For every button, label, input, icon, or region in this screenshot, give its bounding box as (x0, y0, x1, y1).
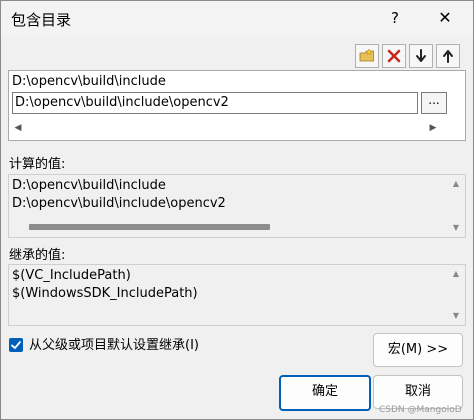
inherited-value-panel: $(VC_IncludePath) $(WindowsSDK_IncludePa… (8, 264, 466, 326)
inherited-value-label: 继承的值: (9, 248, 66, 263)
include-directories-dialog: 包含目录 ? ✕ D:\opencv\build\include D:\open… (0, 0, 474, 420)
dialog-title: 包含目录 (11, 11, 72, 29)
close-button[interactable]: ✕ (427, 5, 463, 31)
browse-button[interactable]: ... (421, 92, 447, 114)
new-folder-icon (359, 48, 374, 62)
new-line-button[interactable] (355, 44, 379, 68)
scroll-down-arrow-icon[interactable]: ▼ (450, 222, 462, 234)
title-bar: 包含目录 ? ✕ (1, 1, 473, 37)
vertical-scrollbar[interactable]: ▲ ▼ (447, 175, 465, 237)
delete-x-icon (387, 49, 401, 63)
macros-button[interactable]: 宏(M) >> (373, 333, 463, 367)
scroll-up-arrow-icon[interactable]: ▲ (450, 178, 462, 190)
delete-line-button[interactable] (382, 44, 406, 68)
evaluated-line: D:\opencv\build\include\opencv2 (12, 196, 226, 211)
inherit-checkbox-label[interactable]: 从父级或项目默认设置继承(I) (29, 337, 199, 354)
inherited-line: $(WindowsSDK_IncludePath) (12, 286, 198, 301)
scroll-right-arrow-icon[interactable]: ▶ (426, 121, 440, 135)
evaluated-value-label: 计算的值: (9, 157, 66, 172)
horizontal-scrollbar-thumb[interactable] (29, 224, 270, 230)
move-up-icon (443, 50, 453, 63)
evaluated-value-panel: D:\opencv\build\include D:\opencv\build\… (8, 174, 466, 238)
list-item[interactable]: D:\opencv\build\include (12, 73, 166, 91)
scroll-left-arrow-icon[interactable]: ◀ (11, 121, 25, 135)
directory-edit-field[interactable]: D:\opencv\build\include\opencv2 (12, 92, 418, 114)
move-down-icon (416, 49, 426, 62)
inherited-line: $(VC_IncludePath) (12, 268, 131, 283)
scroll-up-arrow-icon[interactable]: ▲ (450, 268, 462, 280)
cancel-button[interactable]: 取消 (373, 375, 463, 409)
directory-list[interactable]: D:\opencv\build\include D:\opencv\build\… (8, 70, 466, 141)
inherit-checkbox[interactable] (9, 338, 23, 352)
scroll-down-arrow-icon[interactable]: ▼ (450, 310, 462, 322)
help-button[interactable]: ? (379, 5, 411, 31)
move-down-button[interactable] (409, 44, 433, 68)
evaluated-line: D:\opencv\build\include (12, 178, 166, 193)
watermark: CSDN @MangoloD (379, 405, 462, 415)
directory-edit-value: D:\opencv\build\include\opencv2 (15, 95, 229, 110)
ok-button[interactable]: 确定 (279, 375, 371, 411)
horizontal-scrollbar[interactable] (29, 222, 449, 232)
vertical-scrollbar[interactable]: ▲ ▼ (447, 265, 465, 325)
checkmark-icon (11, 341, 21, 349)
move-up-button[interactable] (436, 44, 460, 68)
